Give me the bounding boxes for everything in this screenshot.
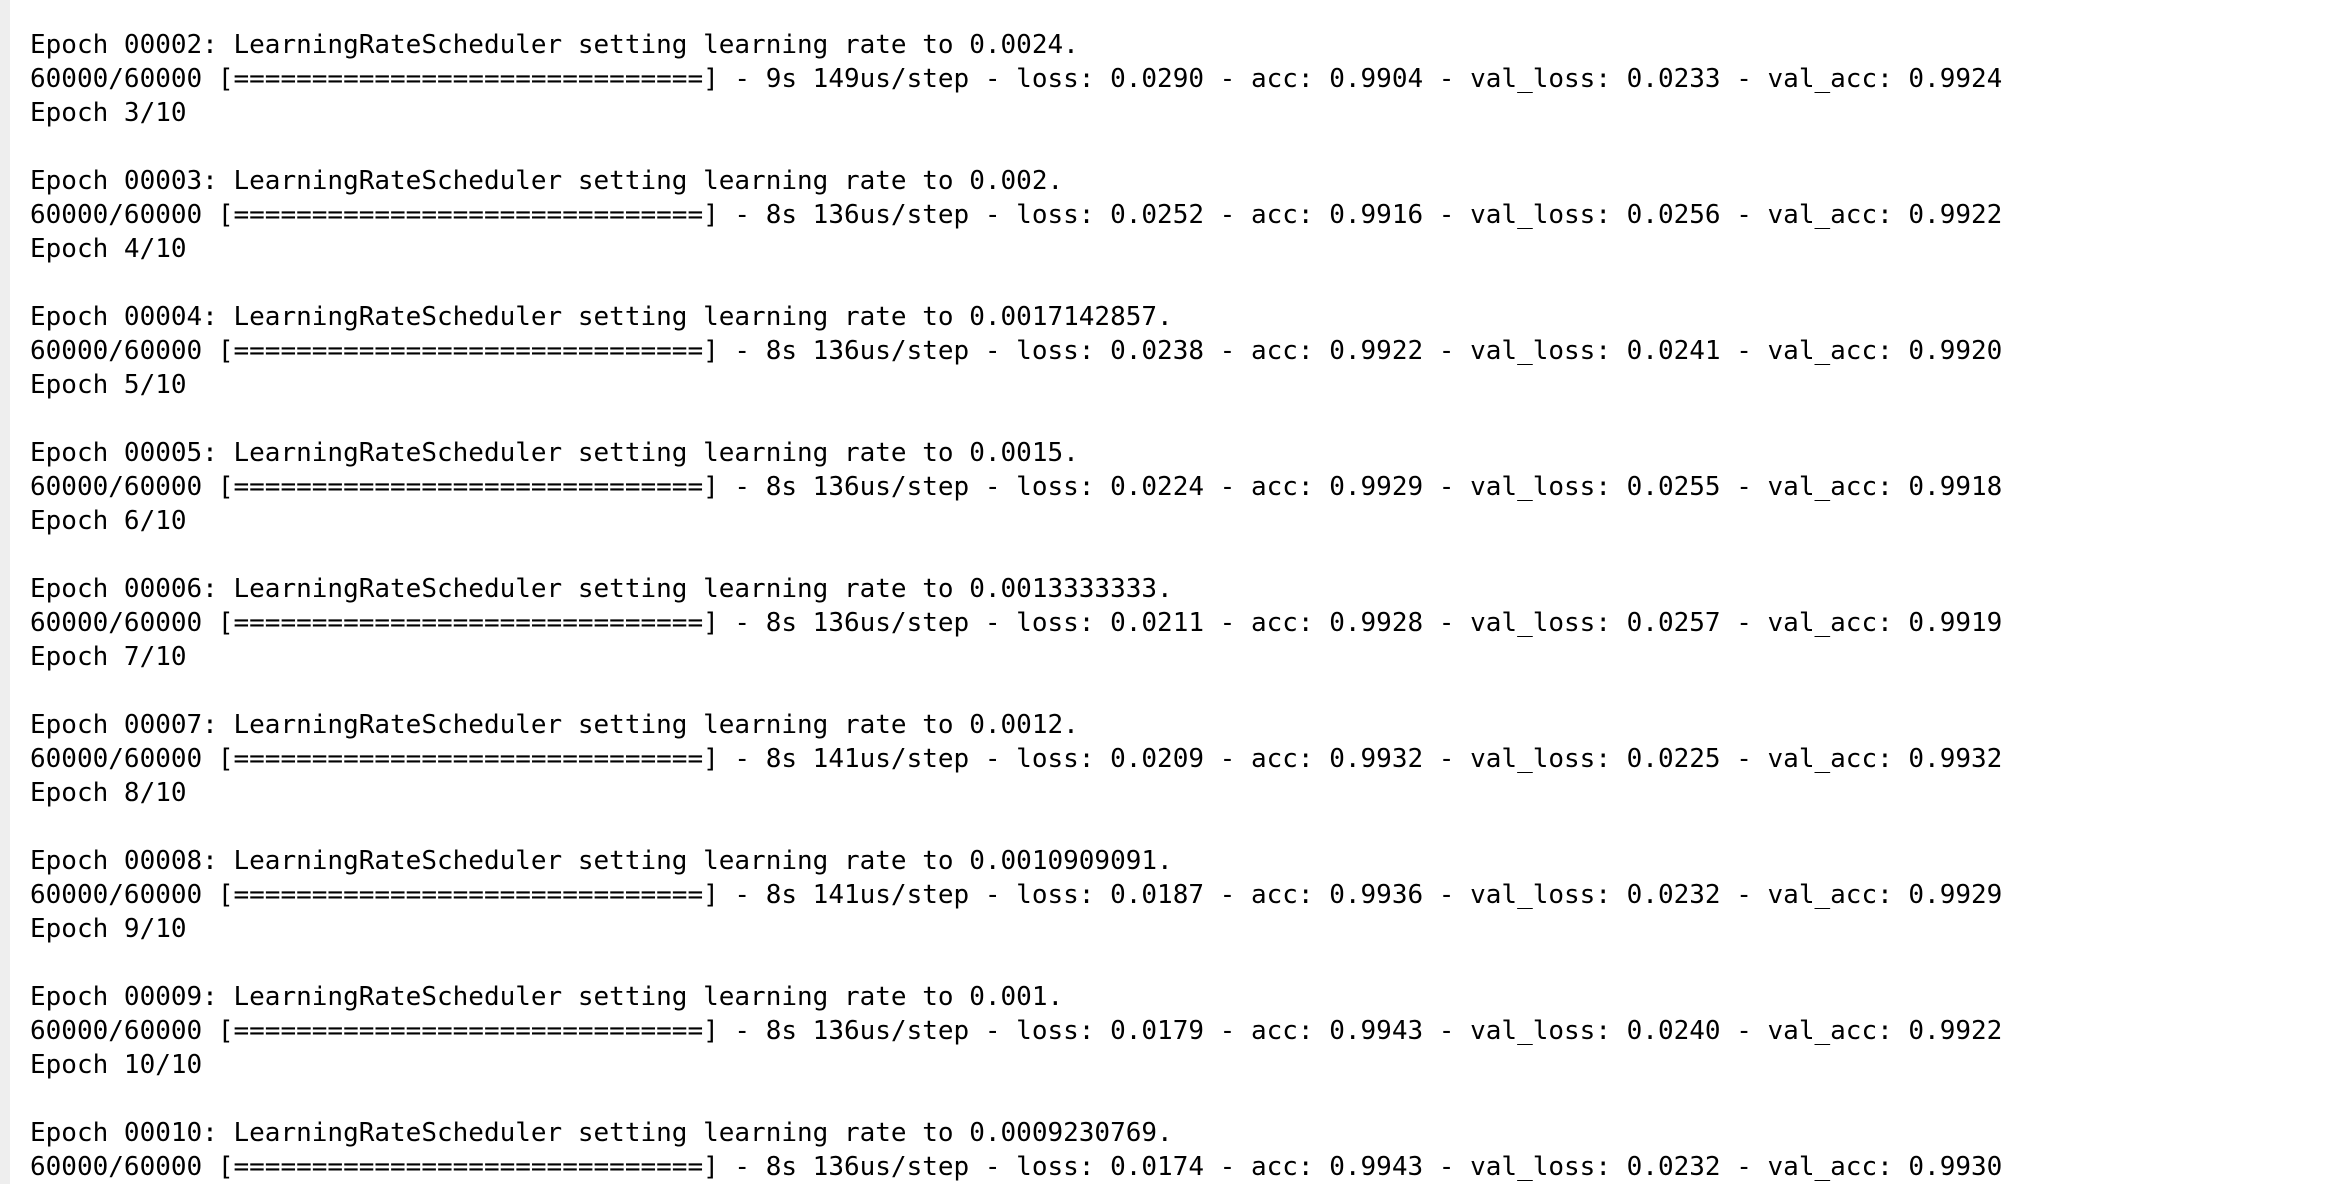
log-line: Epoch 4/10 — [30, 234, 187, 264]
log-line: Epoch 00010: LearningRateScheduler setti… — [30, 1118, 1173, 1148]
log-line: 60000/60000 [===========================… — [30, 336, 2003, 366]
log-line: Epoch 8/10 — [30, 778, 187, 808]
log-line: 60000/60000 [===========================… — [30, 880, 2003, 910]
log-line: Epoch 00009: LearningRateScheduler setti… — [30, 982, 1064, 1012]
log-line: Epoch 00003: LearningRateScheduler setti… — [30, 166, 1064, 196]
log-line: Epoch 7/10 — [30, 642, 187, 672]
cell-output-area: Epoch 00002: LearningRateScheduler setti… — [0, 0, 2344, 1184]
log-line: 60000/60000 [===========================… — [30, 1152, 2003, 1182]
log-line: Epoch 3/10 — [30, 98, 187, 128]
log-line: 60000/60000 [===========================… — [30, 64, 2003, 94]
log-line: Epoch 00006: LearningRateScheduler setti… — [30, 574, 1173, 604]
log-line: Epoch 00005: LearningRateScheduler setti… — [30, 438, 1079, 468]
log-line: Epoch 00008: LearningRateScheduler setti… — [30, 846, 1173, 876]
log-line: Epoch 00007: LearningRateScheduler setti… — [30, 710, 1079, 740]
log-line: Epoch 00004: LearningRateScheduler setti… — [30, 302, 1173, 332]
log-line: Epoch 5/10 — [30, 370, 187, 400]
log-line: Epoch 9/10 — [30, 914, 187, 944]
log-line: 60000/60000 [===========================… — [30, 744, 2003, 774]
log-line: 60000/60000 [===========================… — [30, 608, 2003, 638]
training-log-output: Epoch 00002: LearningRateScheduler setti… — [30, 28, 2002, 1184]
log-line: Epoch 00002: LearningRateScheduler setti… — [30, 30, 1079, 60]
log-line: Epoch 10/10 — [30, 1050, 203, 1080]
log-line: 60000/60000 [===========================… — [30, 200, 2003, 230]
log-line: Epoch 6/10 — [30, 506, 187, 536]
log-line: 60000/60000 [===========================… — [30, 472, 2003, 502]
log-line: 60000/60000 [===========================… — [30, 1016, 2003, 1046]
